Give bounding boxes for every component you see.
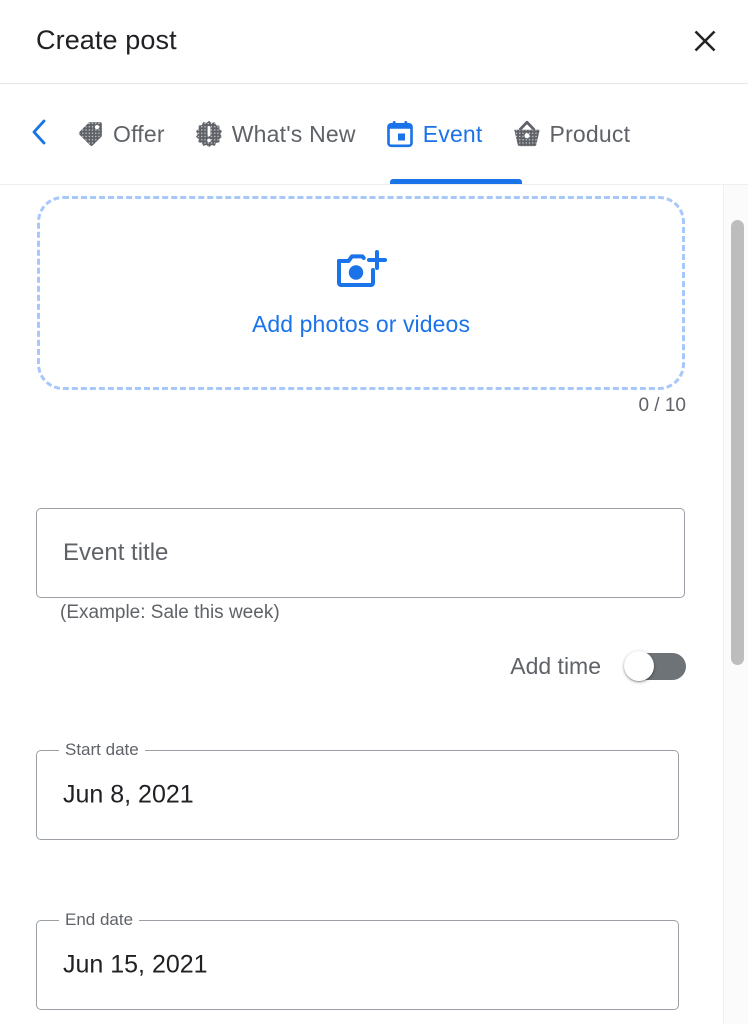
start-date-field[interactable]: Start date Jun 8, 2021 [36,740,679,840]
page-title: Create post [36,25,177,55]
calendar-icon [384,118,416,150]
active-tab-indicator [390,179,522,184]
dialog-header: Create post [0,0,748,84]
add-photos-label: Add photos or videos [251,311,471,337]
vertical-scrollbar-thumb[interactable] [731,220,744,665]
close-button[interactable] [684,20,726,62]
create-post-dialog: Create post Offer What's New Event Produ… [0,0,748,1024]
tab-product[interactable]: Product [497,84,645,184]
basket-icon [511,118,543,150]
add-time-toggle[interactable] [624,651,686,681]
tab-whats-new-label: What's New [231,120,356,147]
vertical-scrollbar-track[interactable] [723,185,748,1024]
end-date-value: Jun 15, 2021 [63,950,208,979]
tab-event[interactable]: Event [370,84,497,184]
add-photos-dropzone[interactable]: Add photos or videos [37,196,685,390]
end-date-field[interactable]: End date Jun 15, 2021 [36,910,679,1010]
tab-product-label: Product [549,120,631,147]
start-date-value: Jun 8, 2021 [63,780,194,809]
tab-whats-new[interactable]: What's New [179,84,370,184]
tab-offer-label: Offer [113,120,165,147]
tag-icon [74,118,106,150]
event-title-placeholder: Event title [63,539,169,566]
add-time-label: Add time [510,652,601,679]
photo-counter: 0 / 10 [638,395,686,416]
start-date-label: Start date [59,740,145,760]
dialog-body: Add photos or videos 0 / 10 Event title … [0,185,748,1024]
event-title-hint: (Example: Sale this week) [60,602,280,623]
tab-offer[interactable]: Offer [60,84,179,184]
toggle-knob [624,651,654,681]
add-time-row: Add time [510,651,686,681]
tab-list: Offer What's New Event Product [60,84,644,184]
tab-event-label: Event [422,120,483,147]
form-content: Add photos or videos 0 / 10 Event title … [0,185,724,1024]
camera-plus-icon [335,248,387,299]
close-icon [692,28,718,54]
badge-alert-icon [193,118,225,150]
end-date-label: End date [59,910,140,930]
event-title-input[interactable]: Event title [36,508,685,598]
tabs-scroll-left-button[interactable] [26,118,52,150]
chevron-left-icon [29,118,49,151]
post-type-tabbar: Offer What's New Event Product [0,84,748,185]
